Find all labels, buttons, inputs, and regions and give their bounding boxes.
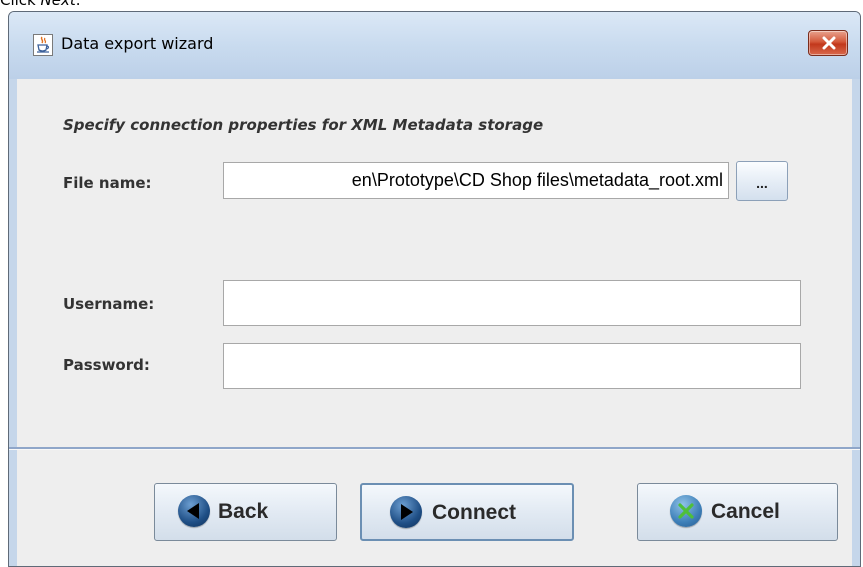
title-bar[interactable]: Data export wizard (9, 12, 860, 79)
username-input[interactable] (223, 280, 801, 326)
browse-button[interactable]: ... (736, 161, 788, 201)
cancel-label: Cancel (711, 500, 780, 523)
close-button[interactable] (808, 30, 848, 56)
section-heading: Specify connection properties for XML Me… (63, 116, 544, 134)
cancel-button[interactable]: Cancel (637, 483, 838, 541)
button-separator (9, 447, 860, 450)
caption-suffix: . (75, 0, 81, 9)
file-name-input[interactable]: en\Prototype\CD Shop files\metadata_root… (223, 162, 729, 199)
password-input[interactable] (223, 343, 801, 389)
password-label: Password: (63, 356, 150, 374)
file-name-value: en\Prototype\CD Shop files\metadata_root… (351, 170, 723, 190)
close-icon (822, 36, 836, 50)
file-name-label: File name: (63, 174, 152, 192)
username-label: Username: (63, 295, 155, 313)
caption-prefix: Click (0, 0, 41, 9)
connect-label: Connect (432, 501, 516, 524)
back-button[interactable]: Back (154, 483, 337, 541)
connect-button[interactable]: Connect (360, 483, 574, 541)
cancel-x-icon (670, 495, 702, 527)
back-label: Back (218, 500, 269, 523)
java-cup-icon (33, 34, 53, 56)
browse-label: ... (756, 175, 768, 191)
data-export-wizard-window: Data export wizard Specify connection pr… (8, 11, 861, 567)
arrow-right-icon (390, 496, 422, 528)
window-title: Data export wizard (61, 34, 214, 53)
caption-emphasis: Next (40, 0, 76, 9)
arrow-left-icon (178, 495, 210, 527)
instruction-caption: Click Next. (0, 0, 81, 11)
